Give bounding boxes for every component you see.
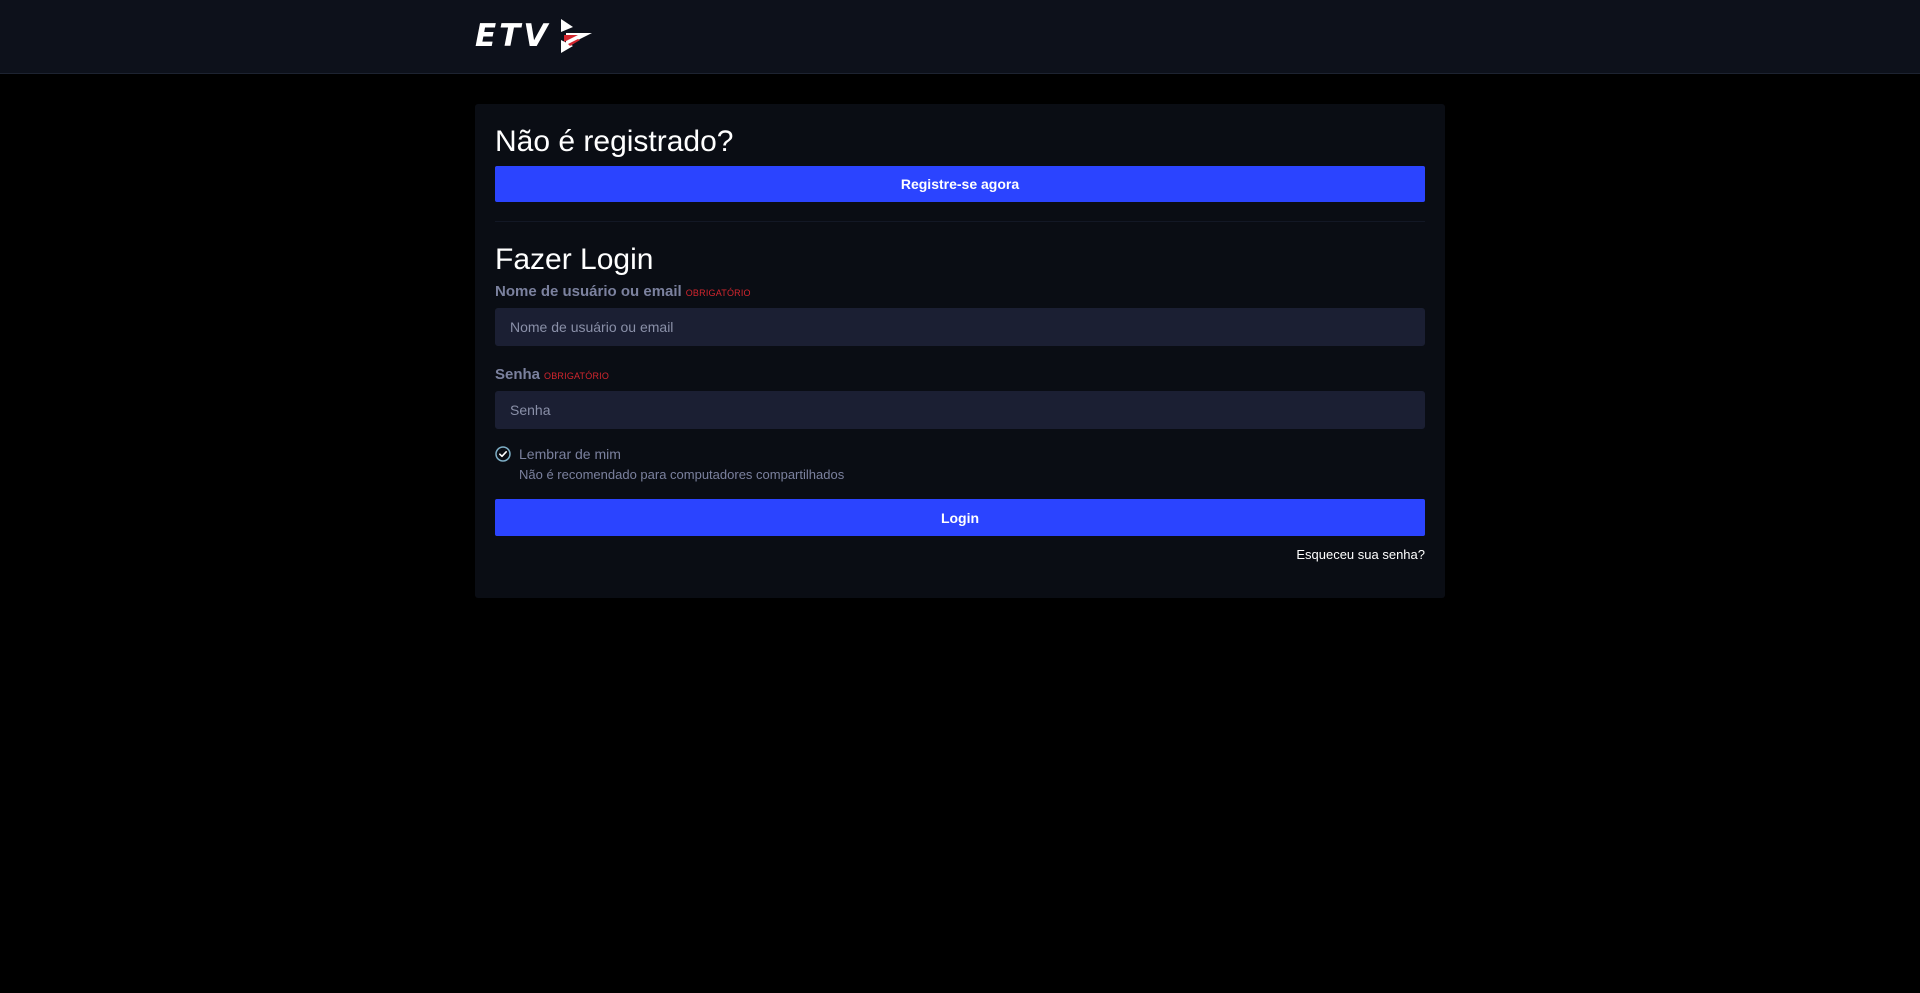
forgot-password-link[interactable]: Esqueceu sua senha? (1296, 547, 1425, 562)
username-label: Nome de usuário ou email OBRIGATÓRIO (495, 283, 751, 300)
password-label: Senha OBRIGATÓRIO (495, 366, 609, 383)
username-label-text: Nome de usuário ou email (495, 283, 682, 300)
remember-me-option[interactable]: Lembrar de mim Não é recomendado para co… (495, 444, 844, 485)
login-heading: Fazer Login (495, 243, 654, 276)
password-input[interactable] (495, 391, 1425, 429)
username-required-tag: OBRIGATÓRIO (685, 288, 751, 298)
username-input[interactable] (495, 308, 1425, 346)
remember-text: Lembrar de mim Não é recomendado para co… (519, 444, 844, 485)
play-arrow-logo-icon (561, 19, 593, 53)
register-button[interactable]: Registre-se agora (495, 166, 1425, 202)
login-button[interactable]: Login (495, 499, 1425, 536)
section-divider (495, 221, 1425, 222)
password-label-text: Senha (495, 366, 541, 383)
login-card: Não é registrado? Registre-se agora Faze… (475, 104, 1445, 598)
remember-me-label[interactable]: Lembrar de mim (519, 444, 844, 464)
register-heading: Não é registrado? (495, 125, 734, 158)
check-circle-icon[interactable] (495, 446, 511, 462)
site-logo[interactable]: ETV (475, 16, 594, 56)
logo-text: ETV (475, 18, 551, 54)
top-bar: ETV (0, 0, 1920, 74)
remember-me-hint: Não é recomendado para computadores comp… (519, 467, 845, 482)
password-required-tag: OBRIGATÓRIO (544, 371, 610, 381)
